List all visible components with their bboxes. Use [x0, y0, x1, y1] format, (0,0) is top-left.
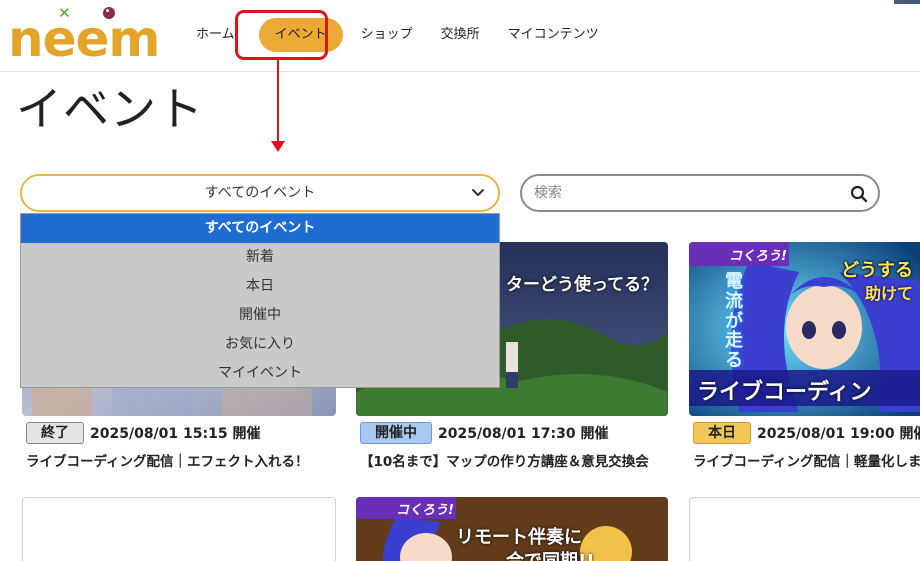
event-filter-select[interactable]: すべてのイベント	[20, 174, 500, 212]
status-badge: 本日	[693, 422, 751, 444]
dropdown-option-my-events[interactable]: マイイベント	[21, 359, 499, 388]
thumbnail-tag: コくろう!	[729, 249, 787, 264]
event-filter-dropdown: すべてのイベント 新着 本日 開催中 お気に入り マイイベント	[20, 213, 500, 388]
status-badge: 開催中	[360, 422, 432, 444]
event-title[interactable]: 【10名まで】マップの作り方講座＆意見交換会	[360, 450, 649, 470]
nav-item-home[interactable]: ホーム	[188, 18, 243, 52]
nav-item-shop[interactable]: ショップ	[353, 18, 421, 52]
nav-item-events[interactable]: イベント	[258, 18, 343, 52]
dropdown-option-new[interactable]: 新着	[21, 243, 499, 272]
event-card-placeholder[interactable]	[689, 497, 920, 561]
annotation-arrow-line	[277, 60, 279, 142]
annotation-arrow-head-icon	[271, 141, 285, 152]
event-title[interactable]: ライブコーディング配信｜軽量化しま	[693, 450, 920, 470]
main-nav: ホーム イベント ショップ 交換所 マイコンテンツ	[188, 18, 619, 52]
thumbnail-caption-top: どうする	[841, 260, 913, 281]
event-card-placeholder[interactable]	[22, 497, 336, 561]
logo-text: neem	[8, 10, 161, 68]
search-input[interactable]	[534, 181, 834, 205]
thumbnail-caption: ターどう使ってる？	[506, 275, 659, 295]
dropdown-option-live[interactable]: 開催中	[21, 301, 499, 330]
thumbnail-caption: リモート伴奏に	[456, 527, 582, 548]
thumbnail-caption-2: 合で同期!!	[506, 547, 594, 561]
neem-logo[interactable]: ✕ neem	[8, 4, 174, 68]
event-thumbnail[interactable]: コくろう! リモート伴奏に 合で同期!!	[356, 497, 668, 561]
thumbnail-tag: コくろう!	[396, 503, 454, 518]
event-title[interactable]: ライブコーディング配信｜エフェクト入れる！	[26, 450, 309, 470]
event-meta: 開催中 2025/08/01 17:30 開催	[360, 422, 608, 444]
page: ✕ neem ホーム イベント ショップ 交換所 マイコンテンツ イベント すべ…	[0, 0, 920, 561]
dropdown-option-all-events[interactable]: すべてのイベント	[21, 214, 499, 243]
corner-avatar-edge	[894, 0, 920, 4]
event-meta: 終了 2025/08/01 15:15 開催	[26, 422, 260, 444]
search-box	[520, 174, 880, 212]
event-thumbnail[interactable]: コくろう! どうする 助けて 電流が走る ライブコーディン	[689, 242, 920, 416]
event-meta: 本日 2025/08/01 19:00 開催	[693, 422, 920, 444]
page-title: イベント	[16, 82, 204, 136]
event-card[interactable]: コくろう! リモート伴奏に 合で同期!!	[356, 497, 668, 561]
chevron-down-icon	[472, 189, 484, 196]
event-datetime: 2025/08/01 19:00 開催	[757, 426, 920, 442]
event-card[interactable]: コくろう! どうする 助けて 電流が走る ライブコーディン 本日 2025/08…	[689, 242, 920, 472]
nav-item-my-contents[interactable]: マイコンテンツ	[500, 18, 607, 52]
event-datetime: 2025/08/01 15:15 開催	[90, 426, 261, 442]
nav-item-exchange[interactable]: 交換所	[433, 18, 488, 52]
event-datetime: 2025/08/01 17:30 開催	[438, 426, 609, 442]
header: ✕ neem ホーム イベント ショップ 交換所 マイコンテンツ	[0, 0, 920, 72]
status-badge: 終了	[26, 422, 84, 444]
dropdown-option-favorites[interactable]: お気に入り	[21, 330, 499, 359]
filter-selected-value: すべてのイベント	[204, 185, 316, 201]
search-icon[interactable]	[850, 185, 868, 203]
dropdown-option-today[interactable]: 本日	[21, 272, 499, 301]
thumbnail-caption-side: 電流が走る	[725, 271, 743, 372]
thumbnail-caption-top2: 助けて	[865, 284, 914, 303]
thumbnail-caption-bottom: ライブコーディン	[697, 380, 872, 405]
